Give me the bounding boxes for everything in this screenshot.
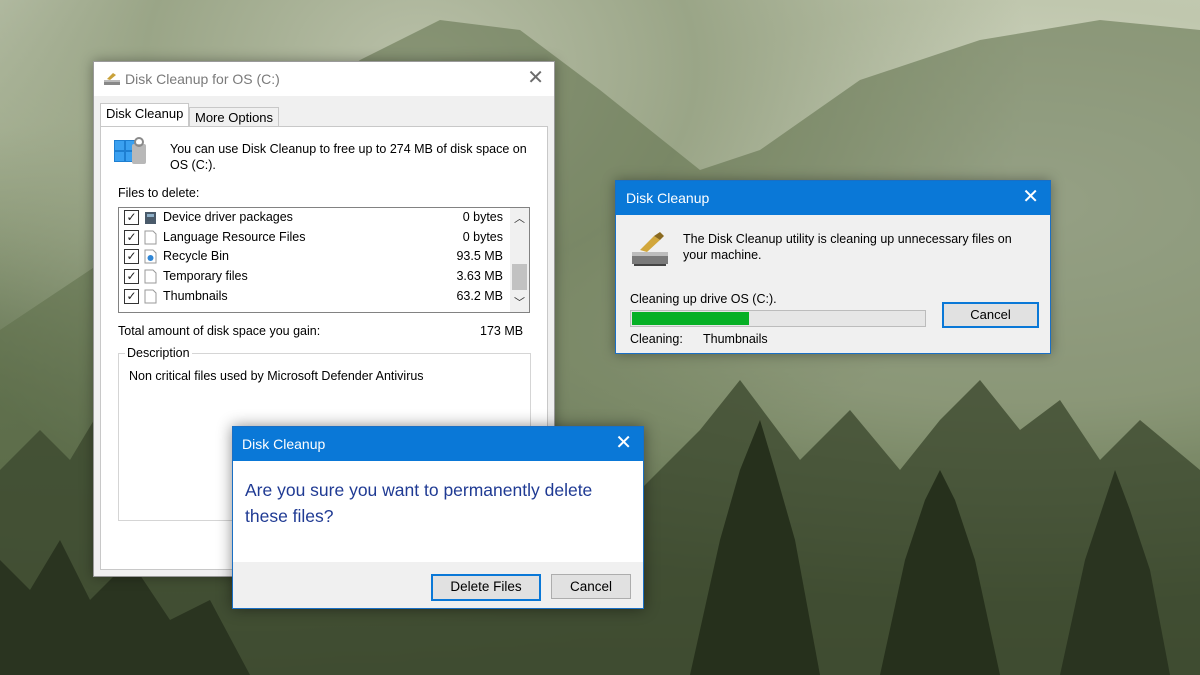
cancel-button[interactable]: Cancel [942,302,1039,328]
cleanup-progress-dialog: Disk Cleanup ✕ The Disk Cleanup utility … [615,180,1051,354]
file-icon [144,230,157,245]
list-item[interactable]: ✓ Language Resource Files 0 bytes [119,228,509,247]
recycle-bin-icon [144,249,157,264]
list-item[interactable]: ✓ Recycle Bin 93.5 MB [119,247,509,266]
window-title: Disk Cleanup for OS (C:) [125,71,280,87]
file-size: 93.5 MB [456,249,503,263]
list-item[interactable]: ✓ Device driver packages 0 bytes [119,208,509,227]
file-icon [144,289,157,304]
confirm-delete-dialog: Disk Cleanup ✕ Are you sure you want to … [232,426,644,609]
checkbox[interactable]: ✓ [124,210,139,225]
close-icon[interactable]: ✕ [1022,185,1039,209]
intro-text: You can use Disk Cleanup to free up to 2… [170,142,527,172]
cleaning-item: Thumbnails [703,332,768,346]
drive-cleanup-icon [114,137,146,164]
chevron-down-icon[interactable]: ﹀ [514,294,525,310]
disk-cleanup-icon [104,73,120,85]
delete-files-button[interactable]: Delete Files [431,574,541,601]
file-name: Temporary files [163,269,248,283]
file-size: 0 bytes [462,230,503,244]
cancel-button[interactable]: Cancel [551,574,631,599]
tab-disk-cleanup[interactable]: Disk Cleanup [100,103,190,126]
file-name: Language Resource Files [163,230,306,244]
cleaning-label: Cleaning: [630,332,683,346]
confirm-message: Are you sure you want to permanently del… [245,480,593,526]
checkbox[interactable]: ✓ [124,249,139,264]
dialog-title-bar[interactable]: Disk Cleanup ✕ [233,427,643,461]
total-space-value: 173 MB [480,324,524,338]
total-space-label: Total amount of disk space you gain: [118,324,321,338]
drive-status-label: Cleaning up drive OS (C:). [630,292,777,306]
disk-cleanup-icon [632,232,668,266]
file-name: Thumbnails [163,289,228,303]
list-item[interactable]: ✓ Thumbnails 63.2 MB [119,287,509,306]
dialog-title: Disk Cleanup [626,190,710,206]
file-size: 3.63 MB [456,269,503,283]
list-item[interactable]: ✓ Temporary files 3.63 MB [119,267,509,286]
window-title-bar[interactable]: Disk Cleanup for OS (C:) ✕ [94,62,554,96]
file-name: Recycle Bin [163,249,229,263]
file-size: 63.2 MB [456,289,503,303]
description-label: Description [125,346,192,360]
progress-bar [630,310,926,327]
checkbox[interactable]: ✓ [124,269,139,284]
description-text: Non critical files used by Microsoft Def… [129,369,424,383]
close-icon[interactable]: ✕ [527,66,544,90]
scrollbar-thumb[interactable] [512,264,527,290]
progress-message: The Disk Cleanup utility is cleaning up … [683,232,1012,262]
checkbox[interactable]: ✓ [124,230,139,245]
progress-bar-fill [632,312,749,325]
file-name: Device driver packages [163,210,293,224]
file-size: 0 bytes [462,210,503,224]
dialog-footer: Delete Files Cancel [233,562,643,608]
file-icon [144,269,157,284]
checkbox[interactable]: ✓ [124,289,139,304]
files-list[interactable]: ✓ Device driver packages 0 bytes ✓ Langu… [118,207,530,313]
dialog-title: Disk Cleanup [242,436,326,452]
dialog-title-bar[interactable]: Disk Cleanup ✕ [616,181,1050,215]
tab-more-options[interactable]: More Options [189,107,280,128]
close-icon[interactable]: ✕ [615,431,632,455]
list-scrollbar[interactable]: ︿ ﹀ [510,208,529,312]
chevron-up-icon[interactable]: ︿ [514,210,525,226]
files-to-delete-label: Files to delete: [118,186,200,200]
driver-package-icon [145,212,156,224]
